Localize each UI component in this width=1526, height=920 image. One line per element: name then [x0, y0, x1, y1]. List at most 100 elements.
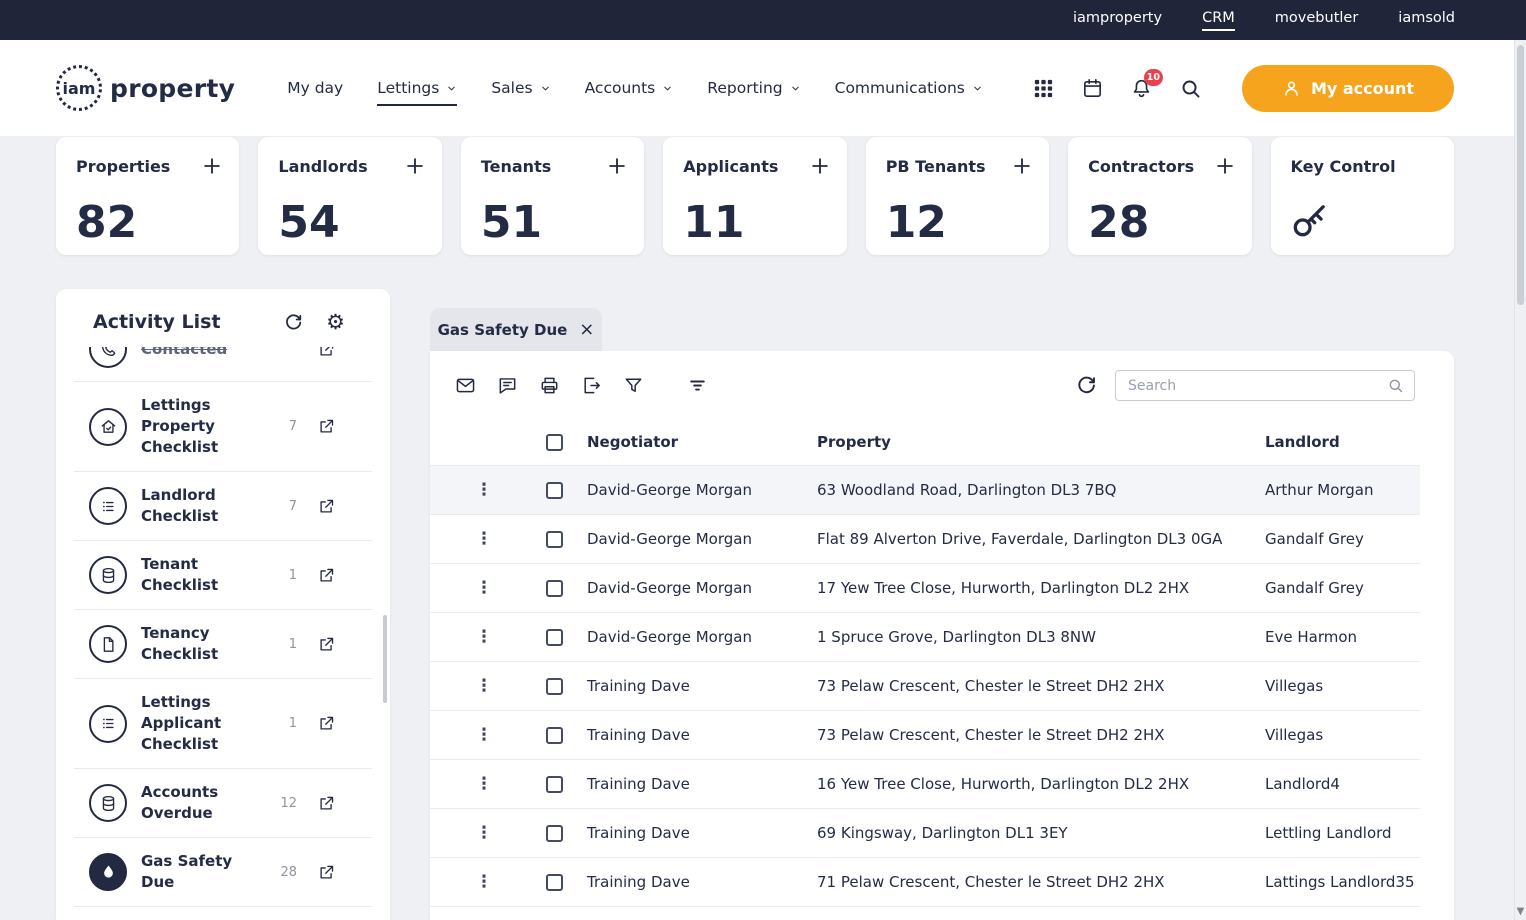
- notifications-button[interactable]: 10: [1130, 68, 1163, 100]
- table-row[interactable]: ⋮ Training Dave 69 Kingsway, Darlington DL…: [430, 809, 1420, 858]
- row-checkbox[interactable]: [545, 824, 563, 842]
- activity-item-accounts-overdue[interactable]: Accounts Overdue 12: [74, 769, 372, 838]
- nav-my-day[interactable]: My day: [287, 70, 343, 106]
- phone-icon: [89, 347, 127, 368]
- activity-item-landlord-checklist[interactable]: Landlord Checklist 7: [74, 472, 372, 541]
- cell-landlord: Villegas: [1265, 677, 1324, 695]
- activity-item-tenancy-checklist[interactable]: Tenancy Checklist 1: [74, 610, 372, 679]
- external-link-icon[interactable]: [317, 497, 336, 516]
- activity-item-gas-safety-due[interactable]: Gas Safety Due 28: [74, 838, 372, 907]
- row-checkbox[interactable]: [545, 726, 563, 744]
- email-icon[interactable]: [455, 375, 476, 396]
- add-contractors-button[interactable]: [1214, 155, 1236, 177]
- row-checkbox[interactable]: [545, 628, 563, 646]
- row-checkbox[interactable]: [545, 873, 563, 891]
- table-row[interactable]: ⋮ David-George Morgan 63 Woodland Road, Da…: [430, 466, 1420, 515]
- my-account-button[interactable]: My account: [1242, 64, 1454, 112]
- activity-item-fixed-wiring-eicr-due[interactable]: Fixed Wiring (EICR) Due6: [74, 907, 372, 916]
- tab-gas-safety-due[interactable]: Gas Safety Due ×: [430, 308, 602, 351]
- kebab-icon: ⋮: [475, 528, 493, 549]
- search-input[interactable]: [1126, 376, 1387, 395]
- page-scrollbar[interactable]: ▼: [1514, 40, 1526, 920]
- topbar-link-crm[interactable]: CRM: [1202, 10, 1235, 31]
- column-header-landlord[interactable]: Landlord: [1248, 433, 1420, 451]
- stat-card-landlords[interactable]: Landlords 54: [258, 137, 442, 255]
- column-header-negotiator[interactable]: Negotiator: [570, 433, 800, 451]
- external-link-icon[interactable]: [317, 417, 336, 436]
- external-link-icon[interactable]: [317, 635, 336, 654]
- table-row[interactable]: ⋮ Training Dave 16 Yew Tree Close, Hurwort…: [430, 760, 1420, 809]
- page-scrollbar-thumb[interactable]: [1517, 45, 1524, 305]
- topbar-link-iamproperty[interactable]: iamproperty: [1073, 10, 1162, 31]
- nav-communications[interactable]: Communications: [835, 70, 983, 106]
- row-actions-menu[interactable]: ⋮: [430, 775, 538, 793]
- activity-item-lettings-applicant-checklist[interactable]: Lettings Applicant Checklist 1: [74, 679, 372, 769]
- row-checkbox-cell: [538, 628, 570, 646]
- refresh-icon[interactable]: [1075, 374, 1098, 397]
- apps-grid-icon[interactable]: [1032, 77, 1055, 100]
- row-actions-menu[interactable]: ⋮: [430, 628, 538, 646]
- calendar-icon[interactable]: [1081, 77, 1104, 100]
- row-actions-menu[interactable]: ⋮: [430, 481, 538, 499]
- activity-scrollbar-thumb[interactable]: [383, 615, 387, 703]
- add-tenants-button[interactable]: [606, 155, 628, 177]
- row-checkbox[interactable]: [545, 775, 563, 793]
- table-row[interactable]: ⋮ David-George Morgan Flat 89 Alverton Dri…: [430, 515, 1420, 564]
- search-icon[interactable]: [1179, 77, 1202, 100]
- external-link-icon[interactable]: [317, 566, 336, 585]
- row-actions-menu[interactable]: ⋮: [430, 873, 538, 891]
- table-row[interactable]: ⋮ David-George Morgan 1 Spruce Grove, Darl…: [430, 613, 1420, 662]
- activity-item-contacted[interactable]: Contacted: [74, 347, 372, 382]
- add-applicants-button[interactable]: [809, 155, 831, 177]
- table-row[interactable]: ⋮ David-George Morgan 17 Yew Tree Close, H…: [430, 564, 1420, 613]
- sms-icon[interactable]: [497, 375, 518, 396]
- refresh-icon[interactable]: [283, 312, 304, 333]
- row-checkbox[interactable]: [545, 677, 563, 695]
- table-row[interactable]: ⋮ Training Dave 73 Pelaw Crescent, Chester…: [430, 662, 1420, 711]
- filter-list-icon[interactable]: [687, 375, 708, 396]
- external-link-icon[interactable]: [317, 794, 336, 813]
- topbar-link-movebutler[interactable]: movebutler: [1275, 10, 1359, 31]
- activity-item-tenant-checklist[interactable]: Tenant Checklist 1: [74, 541, 372, 610]
- print-icon[interactable]: [539, 375, 560, 396]
- row-checkbox[interactable]: [545, 530, 563, 548]
- column-header-property[interactable]: Property: [800, 433, 1248, 451]
- search-icon[interactable]: [1387, 377, 1404, 394]
- close-icon[interactable]: ×: [579, 320, 594, 339]
- table-row[interactable]: ⋮ Training Dave 73 Pelaw Crescent, Chester…: [430, 711, 1420, 760]
- add-landlords-button[interactable]: [404, 155, 426, 177]
- row-actions-menu[interactable]: ⋮: [430, 677, 538, 695]
- row-actions-menu[interactable]: ⋮: [430, 726, 538, 744]
- row-actions-menu[interactable]: ⋮: [430, 528, 538, 549]
- scroll-down-arrow-icon[interactable]: ▼: [1515, 906, 1526, 917]
- nav-sales[interactable]: Sales: [491, 70, 550, 106]
- activity-item-count: 7: [288, 498, 297, 514]
- nav-accounts[interactable]: Accounts: [585, 70, 674, 106]
- nav-lettings[interactable]: Lettings: [377, 70, 458, 106]
- stat-card-properties[interactable]: Properties 82: [56, 137, 240, 255]
- activity-item-lettings-property-checklist[interactable]: Lettings Property Checklist 7: [74, 382, 372, 472]
- select-all-checkbox[interactable]: [545, 433, 563, 451]
- row-actions-menu[interactable]: ⋮: [430, 824, 538, 842]
- external-link-icon[interactable]: [317, 714, 336, 733]
- stat-card-tenants[interactable]: Tenants 51: [460, 137, 645, 255]
- logo[interactable]: iam property: [56, 65, 235, 111]
- stat-card-contractors[interactable]: Contractors 28: [1068, 137, 1252, 255]
- row-checkbox[interactable]: [545, 579, 563, 597]
- table-row[interactable]: ⋮ Training Dave 71 Pelaw Crescent, Chester…: [430, 858, 1420, 907]
- filter-icon[interactable]: [623, 375, 644, 396]
- cell-landlord: Lattings Landlord35: [1265, 873, 1415, 891]
- export-icon[interactable]: [581, 375, 602, 396]
- row-actions-menu[interactable]: ⋮: [430, 579, 538, 597]
- external-link-icon[interactable]: [317, 347, 336, 359]
- gear-icon[interactable]: ⚙: [326, 311, 345, 333]
- row-checkbox[interactable]: [545, 481, 563, 499]
- stat-card-applicants[interactable]: Applicants 11: [663, 137, 847, 255]
- add-pb-tenants-button[interactable]: [1011, 155, 1033, 177]
- stat-card-key-control[interactable]: Key Control: [1270, 137, 1454, 255]
- external-link-icon[interactable]: [317, 863, 336, 882]
- add-properties-button[interactable]: [201, 155, 223, 177]
- stat-card-pb-tenants[interactable]: PB Tenants 12: [865, 137, 1050, 255]
- topbar-link-iamsold[interactable]: iamsold: [1398, 10, 1455, 31]
- nav-reporting[interactable]: Reporting: [707, 70, 800, 106]
